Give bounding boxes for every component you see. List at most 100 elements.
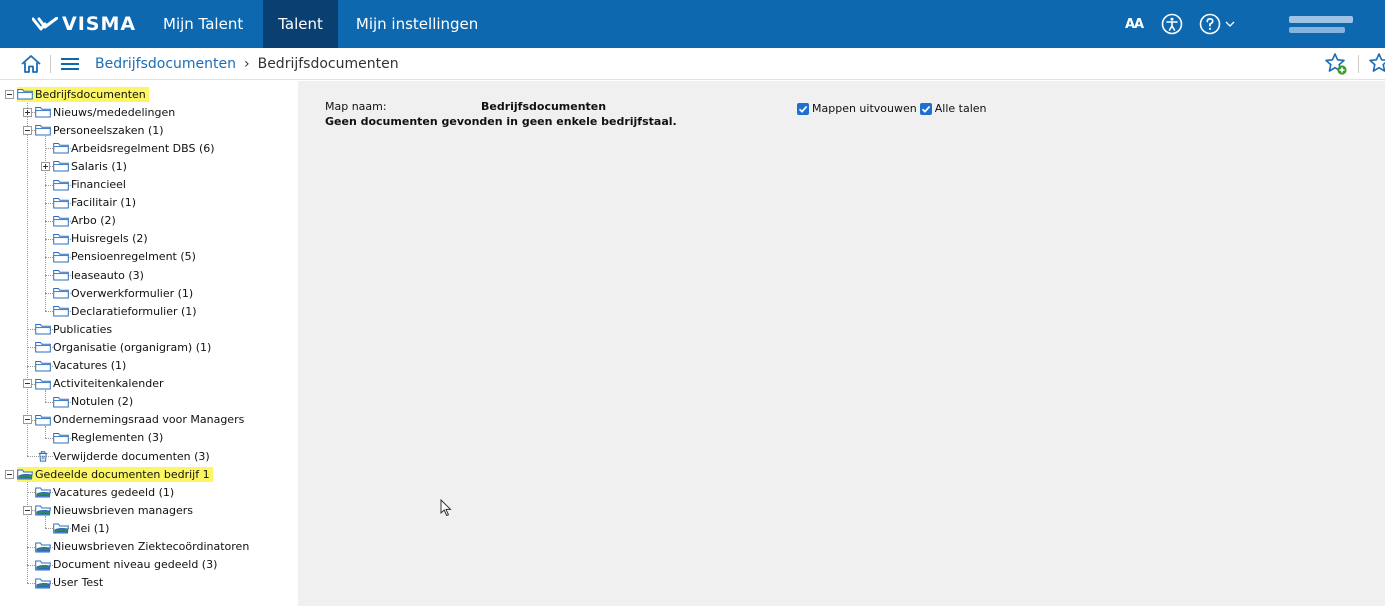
tree-item-shared-folder[interactable]: Nieuwsbrieven Ziektecoördinatoren bbox=[23, 538, 249, 556]
main-content: Map naam: Bedrijfsdocumenten Geen docume… bbox=[298, 81, 1385, 606]
tree-item-folder[interactable]: Overwerkformulier (1) bbox=[41, 284, 193, 302]
nav-tab-mijn-instellingen[interactable]: Mijn instellingen bbox=[338, 0, 498, 48]
tree-item-folder[interactable]: Arbo (2) bbox=[41, 212, 116, 230]
tree-item-folder[interactable]: Ondernemingsraad voor Managers bbox=[23, 411, 244, 429]
chevron-down-icon[interactable] bbox=[1225, 17, 1235, 31]
tree-item-label: Nieuws/mededelingen bbox=[53, 105, 176, 119]
tree-item-folder[interactable]: Vacatures (1) bbox=[23, 357, 126, 375]
expand-plus-icon[interactable] bbox=[23, 107, 32, 117]
folder-icon bbox=[53, 161, 69, 172]
expand-folders-checkbox[interactable] bbox=[797, 102, 809, 115]
favorites-star-icon[interactable] bbox=[1367, 52, 1385, 76]
folder-icon bbox=[53, 270, 69, 281]
tree-item-shared-folder[interactable]: User Test bbox=[23, 574, 103, 592]
nav-tab-label: Mijn instellingen bbox=[355, 15, 479, 33]
tree-item-label: Nieuwsbrieven Ziektecoördinatoren bbox=[53, 540, 250, 553]
nav-tab-mijn-talent[interactable]: Mijn Talent bbox=[145, 0, 263, 48]
shared-folder-icon bbox=[35, 505, 51, 516]
folder-icon bbox=[35, 107, 51, 118]
tree-item-folder[interactable]: Financieel bbox=[41, 176, 126, 194]
text-size-label: AA bbox=[1124, 16, 1144, 32]
nav-tab-label: Mijn Talent bbox=[163, 15, 244, 33]
expand-folders-label[interactable]: Mappen uitvouwen bbox=[812, 102, 917, 115]
folder-icon bbox=[53, 233, 69, 245]
breadcrumb-bar: Bedrijfsdocumenten › Bedrijfsdocumenten bbox=[0, 48, 1385, 80]
collapse-minus-icon[interactable] bbox=[23, 415, 32, 425]
add-favorite-star-icon[interactable] bbox=[1324, 52, 1348, 76]
tree-item-shared-folder[interactable]: Document niveau gedeeld (3) bbox=[23, 556, 217, 574]
top-navigation-bar: VISMA Mijn Talent Talent Mijn instelling… bbox=[0, 0, 1385, 48]
visma-logo[interactable]: VISMA bbox=[0, 0, 145, 48]
collapse-minus-icon[interactable] bbox=[23, 379, 32, 389]
user-name-redacted bbox=[1289, 15, 1353, 23]
all-languages-checkbox[interactable] bbox=[919, 102, 932, 115]
tree-item-folder[interactable]: Huisregels (2) bbox=[41, 230, 148, 248]
tree-item-label: Nieuwsbrieven managers bbox=[53, 503, 193, 517]
view-options: Mappen uitvouwen Alle talen bbox=[797, 102, 987, 115]
tree-item-folder[interactable]: Declaratieformulier (1) bbox=[41, 302, 197, 320]
collapse-minus-icon[interactable] bbox=[23, 505, 32, 515]
tree-item-shared-folder[interactable]: Mei (1) bbox=[41, 519, 109, 537]
tree-item-shared-folder[interactable]: Vacatures gedeeld (1) bbox=[23, 483, 174, 501]
tree-item-label: User Test bbox=[53, 576, 104, 590]
folder-icon bbox=[53, 251, 69, 263]
tree-item-label: Huisregels (2) bbox=[71, 232, 148, 246]
tree-item-folder[interactable]: Facilitair (1) bbox=[41, 194, 136, 212]
no-documents-message: Geen documenten gevonden in geen enkele … bbox=[325, 115, 677, 128]
collapse-minus-icon[interactable] bbox=[5, 89, 14, 99]
tree-item-label: Ondernemingsraad voor Managers bbox=[53, 413, 245, 427]
tree-item-shared-folder[interactable]: Gedeelde documenten bedrijf 1 bbox=[5, 465, 213, 483]
tree-item-label: Arbo (2) bbox=[71, 214, 116, 228]
tree-item-folder[interactable]: Pensioenregelment (5) bbox=[41, 248, 196, 266]
tree-item-folder[interactable]: Bedrijfsdocumenten bbox=[5, 85, 149, 103]
tree-item-label: Declaratieformulier (1) bbox=[71, 304, 197, 318]
collapse-minus-icon[interactable] bbox=[5, 469, 14, 479]
tree-item-folder[interactable]: Activiteitenkalender bbox=[23, 375, 164, 393]
shared-folder-icon bbox=[53, 523, 69, 534]
folder-icon bbox=[53, 306, 69, 317]
tree-item-label: Facilitair (1) bbox=[71, 196, 136, 210]
home-icon[interactable] bbox=[20, 53, 42, 75]
tree-item-folder[interactable]: Organisatie (organigram) (1) bbox=[23, 338, 211, 356]
hamburger-menu-icon[interactable] bbox=[61, 54, 81, 74]
shared-folder-icon bbox=[17, 469, 33, 480]
brand-name: VISMA bbox=[62, 13, 137, 35]
user-company-redacted bbox=[1289, 26, 1345, 33]
tree-item-label: Salaris (1) bbox=[71, 159, 127, 173]
tree-item-folder[interactable]: Reglementen (3) bbox=[41, 429, 163, 447]
expand-plus-icon[interactable] bbox=[41, 161, 50, 171]
folder-icon bbox=[53, 288, 69, 299]
user-menu[interactable] bbox=[1275, 0, 1385, 48]
tree-item-highlight: Gedeelde documenten bedrijf 1 bbox=[17, 466, 213, 482]
tree-item-label: Personeelszaken (1) bbox=[53, 123, 164, 137]
tree-item-highlight: Bedrijfsdocumenten bbox=[17, 86, 149, 102]
breadcrumb-link[interactable]: Bedrijfsdocumenten bbox=[95, 56, 236, 72]
all-languages-label[interactable]: Alle talen bbox=[935, 102, 987, 115]
tree-item-trash[interactable]: Verwijderde documenten (3) bbox=[23, 447, 210, 465]
tree-item-shared-folder[interactable]: Nieuwsbrieven managers bbox=[23, 501, 193, 519]
breadcrumb-separator: › bbox=[243, 55, 250, 72]
help-icon[interactable] bbox=[1197, 11, 1223, 37]
folder-icon bbox=[35, 125, 51, 136]
tree-item-folder[interactable]: Publicaties bbox=[23, 320, 112, 338]
tree-item-label: Mei (1) bbox=[71, 521, 110, 535]
shared-folder-icon bbox=[35, 560, 51, 571]
tree-item-label: leaseauto (3) bbox=[71, 268, 144, 282]
tree-item-folder[interactable]: Nieuws/mededelingen bbox=[23, 103, 175, 121]
tree-item-folder[interactable]: Notulen (2) bbox=[41, 393, 133, 411]
tree-item-label: Overwerkformulier (1) bbox=[71, 286, 194, 300]
folder-icon bbox=[53, 179, 69, 190]
tree-item-folder[interactable]: Arbeidsregelment DBS (6) bbox=[41, 139, 215, 157]
tree-item-folder[interactable]: Salaris (1) bbox=[41, 157, 127, 175]
tree-item-folder[interactable]: leaseauto (3) bbox=[41, 266, 144, 284]
folder-icon bbox=[35, 324, 51, 335]
tree-item-folder[interactable]: Personeelszaken (1) bbox=[23, 121, 164, 139]
collapse-minus-icon[interactable] bbox=[23, 125, 32, 135]
mouse-cursor-icon bbox=[440, 498, 452, 520]
text-size-icon[interactable]: AA bbox=[1121, 11, 1147, 37]
tree-item-label: Vacatures gedeeld (1) bbox=[53, 485, 175, 499]
tree-connector-vertical bbox=[27, 100, 28, 456]
nav-tab-talent[interactable]: Talent bbox=[263, 0, 338, 48]
tree-item-label: Organisatie (organigram) (1) bbox=[53, 340, 212, 354]
accessibility-icon[interactable] bbox=[1159, 11, 1185, 37]
